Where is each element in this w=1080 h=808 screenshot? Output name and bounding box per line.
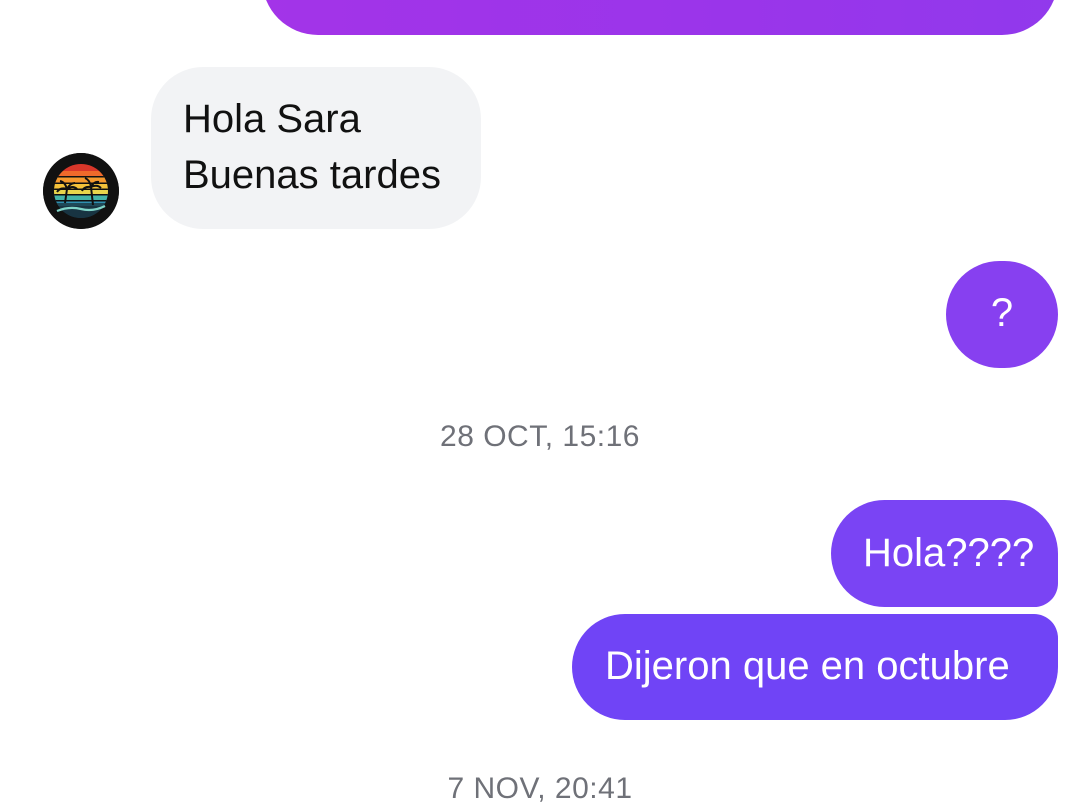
message-line: Buenas tardes bbox=[183, 153, 441, 197]
timestamp-divider: 7 NOV, 20:41 bbox=[447, 772, 633, 805]
timestamp-divider: 28 OCT, 15:16 bbox=[440, 420, 640, 453]
message-text: Hola???? bbox=[863, 531, 1035, 575]
message-text: ? bbox=[990, 291, 1014, 335]
outgoing-message[interactable]: ? bbox=[946, 261, 1058, 368]
outgoing-message-partial[interactable] bbox=[262, 0, 1058, 35]
incoming-message[interactable]: Hola Sara Buenas tardes bbox=[151, 67, 481, 229]
sunset-palm-icon bbox=[43, 153, 119, 229]
message-thread[interactable]: Hola Sara Buenas tardes ? 28 OCT, 15:16 … bbox=[0, 0, 1080, 808]
outgoing-message[interactable]: Hola???? bbox=[831, 500, 1058, 607]
outgoing-message[interactable]: Dijeron que en octubre bbox=[572, 614, 1058, 720]
contact-avatar[interactable] bbox=[43, 153, 119, 229]
message-text: Dijeron que en octubre bbox=[605, 644, 1010, 688]
message-line: Hola Sara bbox=[183, 97, 361, 141]
